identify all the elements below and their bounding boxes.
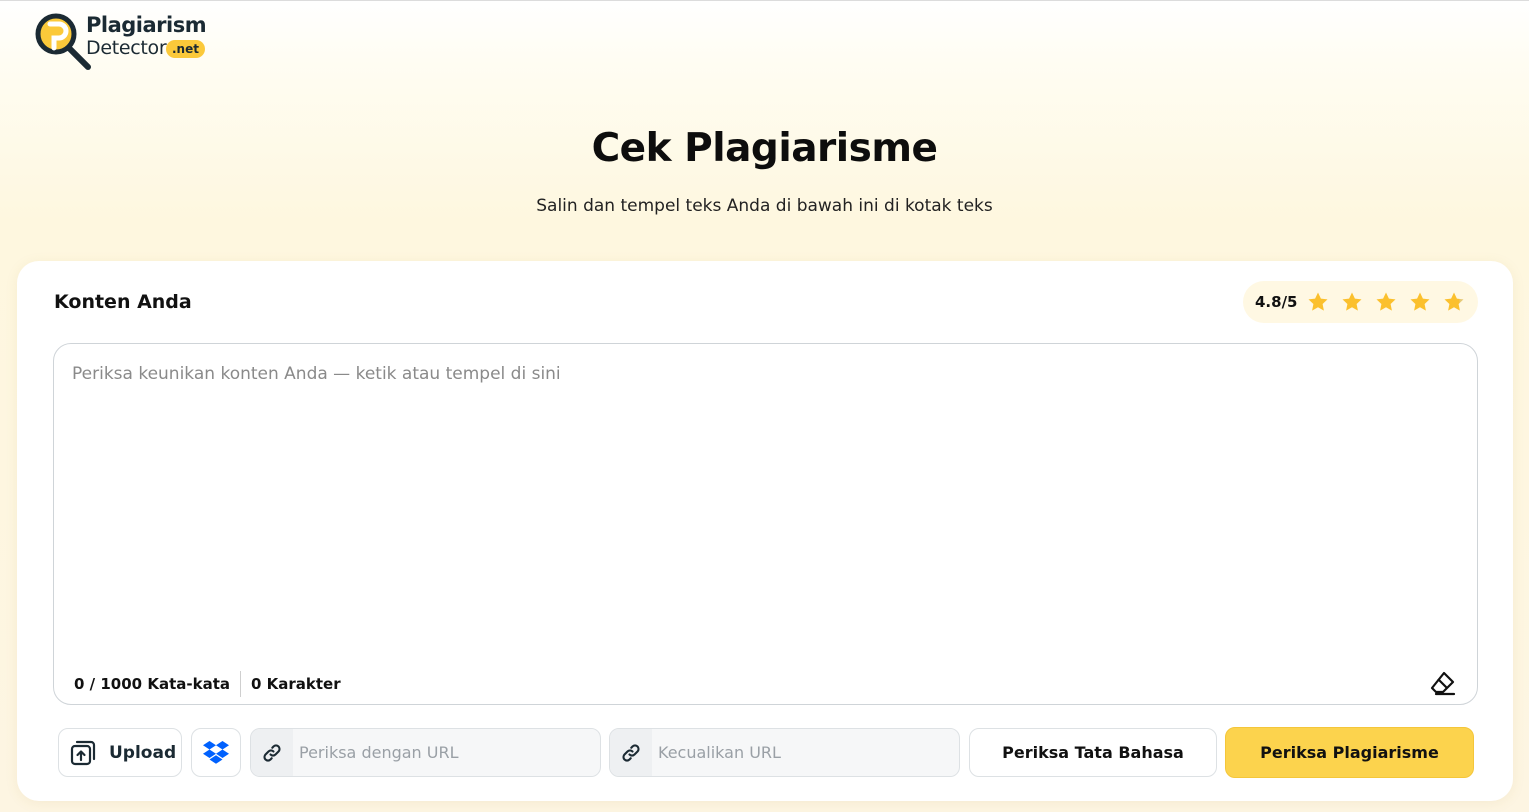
rating-badge: 4.8/5	[1243, 281, 1478, 323]
page-title: Cek Plagiarisme	[591, 126, 938, 171]
card-title: Konten Anda	[54, 291, 192, 313]
logo-text-secondary: Detector	[86, 37, 167, 59]
counter-divider	[239, 671, 241, 697]
upload-icon	[70, 740, 96, 765]
exclude-url-field	[609, 728, 960, 777]
eraser-icon[interactable]	[1430, 670, 1456, 696]
link-icon-cell	[610, 729, 652, 776]
check-url-input[interactable]	[293, 729, 598, 776]
character-counter: 0 Karakter	[250, 675, 341, 693]
dropbox-button[interactable]	[191, 728, 241, 777]
word-counter: 0 / 1000 Kata-kata	[74, 675, 230, 693]
content-card: Konten Anda 4.8/5 0 / 1000 Kata-kata 0 K…	[17, 261, 1513, 801]
link-icon	[622, 743, 640, 762]
star-icon	[1376, 292, 1395, 311]
content-textarea[interactable]	[72, 364, 1452, 644]
check-url-field	[250, 728, 601, 777]
logo-badge: .net	[166, 40, 205, 58]
text-editor-box: 0 / 1000 Kata-kata 0 Karakter	[53, 343, 1478, 705]
logo-text-primary: Plagiarism	[86, 13, 207, 37]
logo[interactable]: Plagiarism Detector .net	[34, 12, 234, 74]
exclude-url-input[interactable]	[652, 729, 957, 776]
link-icon	[263, 743, 281, 762]
star-icon	[1342, 292, 1361, 311]
counter-bar: 0 / 1000 Kata-kata 0 Karakter	[74, 670, 341, 698]
top-border	[0, 0, 1529, 1]
page-subtitle: Salin dan tempel teks Anda di bawah ini …	[536, 196, 993, 216]
dropbox-icon	[203, 740, 229, 764]
star-icon	[1308, 292, 1327, 311]
rating-text: 4.8/5	[1255, 293, 1298, 311]
check-plagiarism-button[interactable]: Periksa Plagiarisme	[1225, 727, 1474, 778]
star-icon	[1410, 292, 1429, 311]
upload-label: Upload	[109, 742, 177, 763]
star-icon	[1444, 292, 1463, 311]
link-icon-cell	[251, 729, 293, 776]
check-grammar-button[interactable]: Periksa Tata Bahasa	[969, 728, 1217, 777]
upload-button[interactable]: Upload	[58, 728, 182, 777]
